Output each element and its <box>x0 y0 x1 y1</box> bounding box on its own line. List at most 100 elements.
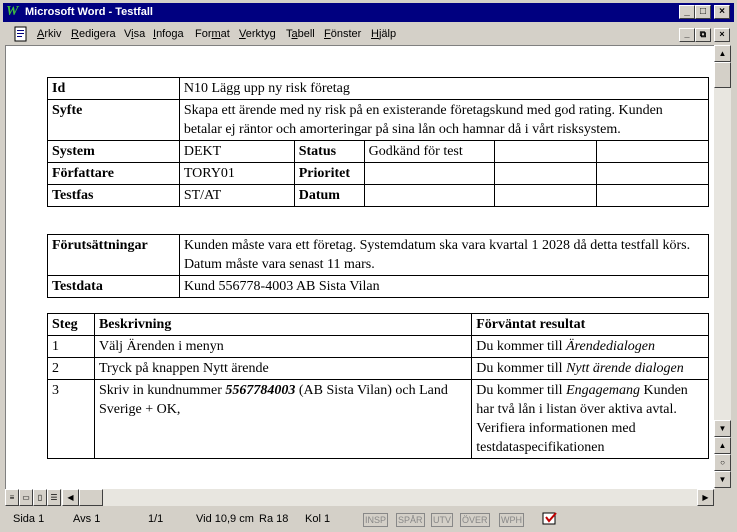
browse-object-button[interactable]: ○ <box>714 454 731 471</box>
menu-fonster[interactable]: Fönster <box>324 28 361 41</box>
status-section: Avs 1 <box>73 513 101 525</box>
doc-restore-button[interactable]: ⧉ <box>695 28 711 42</box>
empty-cell[interactable] <box>596 162 709 185</box>
previous-page-button[interactable]: ▲ <box>714 437 731 454</box>
empty-cell[interactable] <box>596 140 709 163</box>
result-italic-text: Ärendedialogen <box>566 339 655 354</box>
forfattare-label: Författare <box>47 162 180 185</box>
prioritet-value[interactable] <box>363 162 496 185</box>
menu-verktyg[interactable]: Verktyg <box>239 28 276 41</box>
scroll-down-button[interactable]: ▼ <box>714 420 731 437</box>
desc-text: Välj Ärenden i menyn <box>98 339 224 354</box>
testdata-value[interactable]: Kund 556778-4003 AB Sista Vilan <box>178 275 710 298</box>
arrow-down-icon: ▼ <box>718 424 727 433</box>
forutsattningar-value[interactable]: Kunden måste vara ett företag. Systemdat… <box>178 234 710 276</box>
status-mode-insp[interactable]: INSP <box>363 513 389 527</box>
scroll-thumb[interactable] <box>714 62 731 88</box>
step-result[interactable]: Du kommer till Nytt ärende dialogen <box>471 357 709 380</box>
title-bar: W Microsoft Word - Testfall _ □ × <box>3 3 734 22</box>
scroll-right-button[interactable]: ▶ <box>697 489 714 506</box>
page-view-button[interactable]: ▯ <box>33 489 47 506</box>
empty-cell[interactable] <box>494 140 598 163</box>
menu-tabell[interactable]: Tabell <box>286 28 315 41</box>
col-header-steg: Steg <box>47 313 95 336</box>
step-number[interactable]: 2 <box>47 357 95 380</box>
double-arrow-down-icon: ▼ <box>718 475 727 484</box>
hscroll-thumb[interactable] <box>79 489 103 506</box>
datum-value[interactable] <box>363 184 496 207</box>
status-bar: Sida 1 Avs 1 1/1 Vid 10,9 cm Ra 18 Kol 1… <box>3 509 734 529</box>
empty-cell[interactable] <box>494 162 598 185</box>
word-window: W Microsoft Word - Testfall _ □ × Arkiv … <box>0 0 737 532</box>
horizontal-scrollbar[interactable]: ≡ ▭ ▯ ☰ ◀ ▶ <box>5 489 714 506</box>
status-mode-over[interactable]: ÖVER <box>460 513 490 527</box>
testfas-label: Testfas <box>47 184 180 207</box>
minimize-icon: _ <box>684 29 690 39</box>
web-view-button[interactable]: ▭ <box>19 489 33 506</box>
status-mode-utv[interactable]: UTV <box>431 513 453 527</box>
status-position: Vid 10,9 cm <box>196 513 254 525</box>
step-description[interactable]: Tryck på knappen Nytt ärende <box>93 357 473 380</box>
document-area[interactable]: Id N10 Lägg upp ny risk företag Syfte Sk… <box>5 45 715 489</box>
document-icon[interactable] <box>13 26 29 42</box>
id-value[interactable]: N10 Lägg upp ny risk företag <box>178 77 710 100</box>
status-mode-wph[interactable]: WPH <box>499 513 524 527</box>
menu-redigera[interactable]: Redigera <box>71 28 116 41</box>
next-page-button[interactable]: ▼ <box>714 471 731 488</box>
double-arrow-up-icon: ▲ <box>718 441 727 450</box>
close-icon: × <box>719 6 725 17</box>
forfattare-value[interactable]: TORY01 <box>178 162 295 185</box>
step-number[interactable]: 3 <box>47 379 95 459</box>
doc-minimize-button[interactable]: _ <box>679 28 695 42</box>
scroll-up-button[interactable]: ▲ <box>714 45 731 62</box>
minimize-button[interactable]: _ <box>679 5 695 19</box>
arrow-up-icon: ▲ <box>718 49 727 58</box>
close-button[interactable]: × <box>714 5 730 19</box>
status-mode-spar[interactable]: SPÅR <box>396 513 425 527</box>
empty-cell[interactable] <box>596 184 709 207</box>
preconditions-table: Förutsättningar Kunden måste vara ett fö… <box>47 234 710 298</box>
result-text: Du kommer till <box>476 383 567 398</box>
status-page-of: 1/1 <box>148 513 164 525</box>
result-italic-text: Engagemang <box>566 383 640 398</box>
result-text: Du kommer till <box>476 339 567 354</box>
syfte-value[interactable]: Skapa ett ärende med ny risk på en exist… <box>178 99 710 141</box>
menu-infoga[interactable]: Infoga <box>153 28 184 41</box>
outline-view-button[interactable]: ☰ <box>47 489 61 506</box>
status-value[interactable]: Godkänd för test <box>363 140 496 163</box>
step-result[interactable]: Du kommer till Engagemang Kunden har två… <box>471 379 709 459</box>
testfas-value[interactable]: ST/AT <box>178 184 295 207</box>
normal-view-icon: ≡ <box>9 493 15 502</box>
maximize-button[interactable]: □ <box>695 5 711 19</box>
menu-arkiv[interactable]: Arkiv <box>37 28 61 41</box>
table-header-row: Steg Beskrivning Förväntat resultat <box>47 313 709 336</box>
normal-view-button[interactable]: ≡ <box>5 489 19 506</box>
id-label: Id <box>47 77 180 100</box>
maximize-icon: □ <box>699 6 707 17</box>
table-row: Författare TORY01 Prioritet <box>47 162 709 185</box>
scroll-left-button[interactable]: ◀ <box>62 489 79 506</box>
datum-label: Datum <box>293 184 365 207</box>
empty-cell[interactable] <box>494 184 598 207</box>
menu-visa[interactable]: Visa <box>124 28 145 41</box>
table-row: Syfte Skapa ett ärende med ny risk på en… <box>47 99 710 141</box>
step-number[interactable]: 1 <box>47 335 95 358</box>
menu-hjalp[interactable]: Hjälp <box>371 28 396 41</box>
testdata-label: Testdata <box>47 275 180 298</box>
doc-close-button[interactable]: × <box>714 28 730 42</box>
step-description[interactable]: Skriv in kundnummer 5567784003 (AB Sista… <box>93 379 473 459</box>
col-header-beskrivning: Beskrivning <box>93 313 473 336</box>
desc-text: Skriv in kundnummer <box>98 383 226 398</box>
step-result[interactable]: Du kommer till Ärendedialogen <box>471 335 709 358</box>
table-row: 1 Välj Ärenden i menyn Du kommer till Är… <box>47 335 709 358</box>
table-row: Testfas ST/AT Datum <box>47 184 709 207</box>
system-value[interactable]: DEKT <box>178 140 295 163</box>
result-italic-text: Nytt ärende dialogen <box>566 361 684 376</box>
spelling-status-icon[interactable] <box>541 511 561 531</box>
word-app-icon[interactable]: W <box>6 4 22 20</box>
status-label: Status <box>293 140 365 163</box>
menu-format[interactable]: Format <box>195 28 230 41</box>
vertical-scrollbar[interactable]: ▲ ▼ ▲ ○ ▼ <box>714 45 731 488</box>
syfte-label: Syfte <box>47 99 180 141</box>
step-description[interactable]: Välj Ärenden i menyn <box>93 335 473 358</box>
